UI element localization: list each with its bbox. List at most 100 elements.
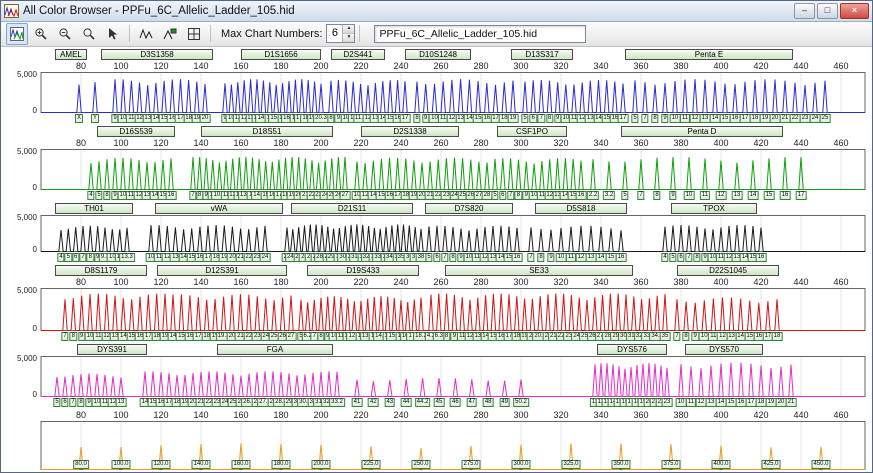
axis-tick-label: 440	[793, 409, 809, 420]
filename-field[interactable]: PPFu_6C_Allelic_Ladder_105.hid	[374, 24, 587, 43]
plot-blue[interactable]: 5,000 0	[1, 69, 872, 115]
axis-tick-label: 420	[753, 276, 769, 287]
select-cursor-button[interactable]	[102, 23, 124, 45]
marker-box-DYS576: DYS576	[597, 343, 667, 355]
allele-label: 8	[449, 252, 457, 262]
allele-label: 9	[669, 190, 677, 200]
y-axis-max-label: 5,000	[16, 69, 37, 79]
plot-magenta[interactable]: 5,000 0	[1, 354, 872, 399]
toolbar-separator	[129, 25, 130, 43]
minimize-button[interactable]: –	[794, 2, 815, 19]
size-standard-label: 225.0	[361, 459, 381, 469]
grid-settings-icon	[187, 27, 201, 41]
size-standard-label: 425.0	[761, 459, 781, 469]
maximize-button[interactable]: □	[817, 2, 838, 19]
app-icon	[4, 3, 19, 18]
axis-tick-label: 200	[313, 409, 329, 420]
axis-tick-label: 340	[593, 60, 609, 71]
axis-tick-label: 300	[513, 276, 529, 287]
grid-settings-button[interactable]	[183, 23, 205, 45]
axis-tick-label: 140	[193, 137, 209, 148]
allele-label: 8	[537, 252, 545, 262]
size-standard-label: 120.0	[151, 459, 171, 469]
axis-tick-label: 340	[593, 137, 609, 148]
axis-tick-label: 80	[75, 137, 87, 148]
x-axis-ruler: 80 100 120 140 160 180 200 220 240 260 280 300 320 34…	[1, 138, 872, 149]
chart-browser-button[interactable]	[6, 22, 28, 45]
size-standard-label: 180.0	[271, 459, 291, 469]
allele-label: 10	[675, 397, 687, 407]
axis-tick-label: 260	[433, 276, 449, 287]
axis-tick-label: 100	[113, 137, 129, 148]
axis-tick-label: 400	[713, 137, 729, 148]
axis-tick-label: 120	[153, 60, 169, 71]
peak-flag-button[interactable]	[159, 23, 181, 45]
spinner-up-button[interactable]: ▲	[343, 25, 355, 35]
allele-label-row: XY910111213141516171819209101112131414.3…	[1, 113, 872, 124]
allele-label: 8	[693, 252, 701, 262]
allele-label: 2.2	[586, 190, 600, 200]
marker-box-D16S539: D16S539	[97, 125, 175, 137]
axis-tick-label: 180	[273, 409, 289, 420]
allele-label: 5	[491, 190, 499, 200]
axis-tick-label: 220	[353, 60, 369, 71]
axis-tick-label: 160	[233, 409, 249, 420]
allele-label: 16	[511, 252, 523, 262]
axis-tick-label: 240	[393, 137, 409, 148]
marker-box-TPOX: TPOX	[671, 202, 757, 214]
axis-tick-label: 420	[753, 60, 769, 71]
marker-box-D22S1045: D22S1045	[677, 264, 779, 276]
plot-green[interactable]: 5,000 0	[1, 147, 872, 192]
spinner-down-button[interactable]: ▼	[343, 34, 355, 43]
allele-label: 16	[615, 252, 627, 262]
allele-label: 43	[384, 397, 396, 407]
close-button[interactable]: ×	[840, 2, 869, 19]
size-standard-label: 275.0	[461, 459, 481, 469]
axis-tick-label: 300	[513, 137, 529, 148]
axis-tick-label: 460	[833, 409, 849, 420]
zoom-reset-button[interactable]	[78, 23, 100, 45]
axis-tick-label: 360	[633, 60, 649, 71]
axis-tick-label: 460	[833, 60, 849, 71]
allele-label: 49	[499, 397, 510, 407]
zoom-out-button[interactable]	[54, 23, 76, 45]
toolbar-separator	[359, 25, 361, 43]
axis-tick-label: 100	[113, 60, 129, 71]
allele-label: 42	[368, 397, 379, 407]
allele-label: 8	[682, 331, 690, 341]
axis-tick-label: 160	[233, 276, 249, 287]
allele-label: 8	[653, 190, 661, 200]
axis-tick-label: 200	[313, 60, 329, 71]
allele-label: 35	[659, 331, 671, 341]
allele-label: 9	[661, 113, 669, 123]
axis-tick-label: 260	[433, 137, 449, 148]
axis-tick-label: 140	[193, 409, 209, 420]
marker-box-CSF1PO: CSF1PO	[497, 125, 567, 137]
zoom-in-button[interactable]	[30, 23, 52, 45]
allele-label: 7	[61, 331, 69, 341]
title-bar[interactable]: All Color Browser - PPFu_6C_Allelic_Ladd…	[1, 1, 872, 22]
axis-tick-label: 240	[393, 60, 409, 71]
axis-tick-label: 240	[393, 276, 409, 287]
allele-label: 48	[482, 397, 494, 407]
plot-black[interactable]: 5,000 0	[1, 213, 872, 254]
axis-tick-label: 160	[233, 137, 249, 148]
marker-box-D1S1656: D1S1656	[241, 48, 321, 60]
allele-label: 7	[441, 252, 449, 262]
allele-label-row: 7891011121314151617181914151617181919.32…	[1, 331, 872, 342]
marker-header-row: AMEL D3S1358 D1S1656 D2S441 D10S1248 D13S317 P…	[1, 48, 872, 61]
allele-label: 17	[617, 113, 629, 123]
allele-label: 7	[506, 190, 515, 200]
axis-tick-label: 180	[273, 276, 289, 287]
allele-label: 5	[631, 113, 639, 123]
allele-label: 7	[527, 252, 535, 262]
allele-label: 5	[621, 190, 629, 200]
allele-label: 11	[565, 252, 577, 262]
peak-trace-button[interactable]	[135, 23, 157, 45]
allele-label: 3.2	[602, 190, 616, 200]
plot-orange[interactable]: 80.0 100.0 120.0 140.0 160.0 180.0 200.0 225.0 2…	[1, 420, 872, 471]
axis-tick-label: 400	[713, 409, 729, 420]
plot-red[interactable]: 5,000 0	[1, 286, 872, 333]
allele-label: 5	[95, 190, 103, 200]
max-chart-numbers-spinner[interactable]: 6 ▲ ▼	[326, 24, 356, 44]
